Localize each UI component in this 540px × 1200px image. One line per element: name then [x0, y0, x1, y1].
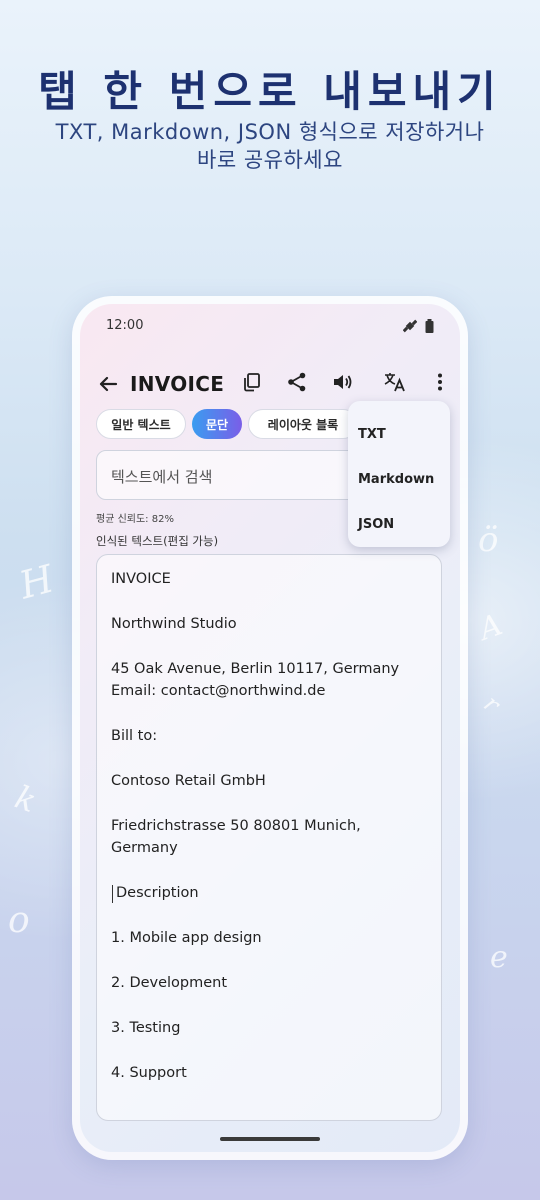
app-bar: INVOICE [80, 362, 460, 406]
promo-headline: 탭 한 번으로 내보내기 [38, 67, 502, 116]
decor-glyph: e [490, 940, 508, 975]
arrow-left-icon [94, 376, 122, 402]
text-line: Description [116, 885, 199, 901]
text-line: Friedrichstrasse 50 80801 Munich, [111, 818, 361, 834]
search-placeholder: 텍스트에서 검색 [111, 468, 213, 486]
volume-icon [331, 371, 353, 397]
text-line: 1. Mobile app design [111, 930, 262, 946]
decor-glyph: k [10, 777, 42, 821]
status-bar: 12:00 [80, 304, 460, 344]
page-title: INVOICE [130, 372, 225, 396]
text-line: 3. Testing [111, 1020, 181, 1036]
promo-subline-line-1: TXT, Markdown, JSON 형식으로 저장하거나 [55, 120, 485, 144]
text-caret [112, 885, 113, 903]
read-aloud-button[interactable] [328, 370, 356, 398]
status-icons [402, 318, 434, 337]
text-line: 4. Support [111, 1065, 187, 1081]
translate-button[interactable] [381, 370, 409, 398]
copy-button[interactable] [238, 370, 266, 398]
text-line: 2. Development [111, 975, 228, 991]
text-line: Bill to: [111, 728, 158, 744]
chip-layout-block[interactable]: 레이아웃 블록 [248, 409, 358, 439]
more-options-button[interactable] [426, 370, 454, 398]
decor-glyph: ö [478, 520, 499, 560]
text-line: Germany [111, 840, 178, 856]
decor-glyph: A [474, 607, 508, 648]
decor-glyph: r [478, 689, 506, 719]
text-line: 45 Oak Avenue, Berlin 10117, Germany [111, 661, 400, 677]
confidence-label: 평균 신뢰도: 82% [96, 514, 174, 525]
promo-subline-line-2: 바로 공유하세요 [197, 148, 343, 172]
translate-icon [383, 370, 407, 398]
promo-subline: TXT, Markdown, JSON 형식으로 저장하거나 바로 공유하세요 [0, 118, 540, 174]
more-vert-icon [429, 371, 451, 397]
recognized-text-editor[interactable]: INVOICE Northwind Studio 45 Oak Avenue, … [96, 554, 442, 1121]
text-line: Northwind Studio [111, 616, 237, 632]
share-icon [286, 371, 308, 397]
phone-screen: 12:00 INVOICE 일반 텍스트 문단 레이아웃 블록 텍스트에서 검색… [80, 304, 460, 1152]
text-line: Contoso Retail GmbH [111, 773, 266, 789]
back-button[interactable] [94, 370, 122, 398]
share-button[interactable] [283, 370, 311, 398]
battery-icon [425, 318, 434, 337]
text-line: Email: contact@northwind.de [111, 683, 326, 699]
export-menu: TXT Markdown JSON [348, 401, 450, 547]
export-menu-item-markdown[interactable]: Markdown [358, 472, 434, 487]
recognized-text-label: 인식된 텍스트(편집 가능) [96, 534, 219, 548]
copy-icon [241, 371, 263, 397]
decor-glyph: H [14, 556, 59, 608]
home-indicator[interactable] [220, 1137, 320, 1141]
satellite-icon [402, 318, 418, 337]
export-menu-item-json[interactable]: JSON [358, 517, 394, 532]
text-line: INVOICE [111, 571, 171, 587]
phone-frame: 12:00 INVOICE 일반 텍스트 문단 레이아웃 블록 텍스트에서 검색… [72, 296, 468, 1160]
export-menu-item-txt[interactable]: TXT [358, 427, 386, 442]
decor-glyph: o [8, 900, 30, 941]
chip-plain-text[interactable]: 일반 텍스트 [96, 409, 186, 439]
status-time: 12:00 [106, 318, 144, 333]
chip-paragraph[interactable]: 문단 [192, 409, 242, 439]
